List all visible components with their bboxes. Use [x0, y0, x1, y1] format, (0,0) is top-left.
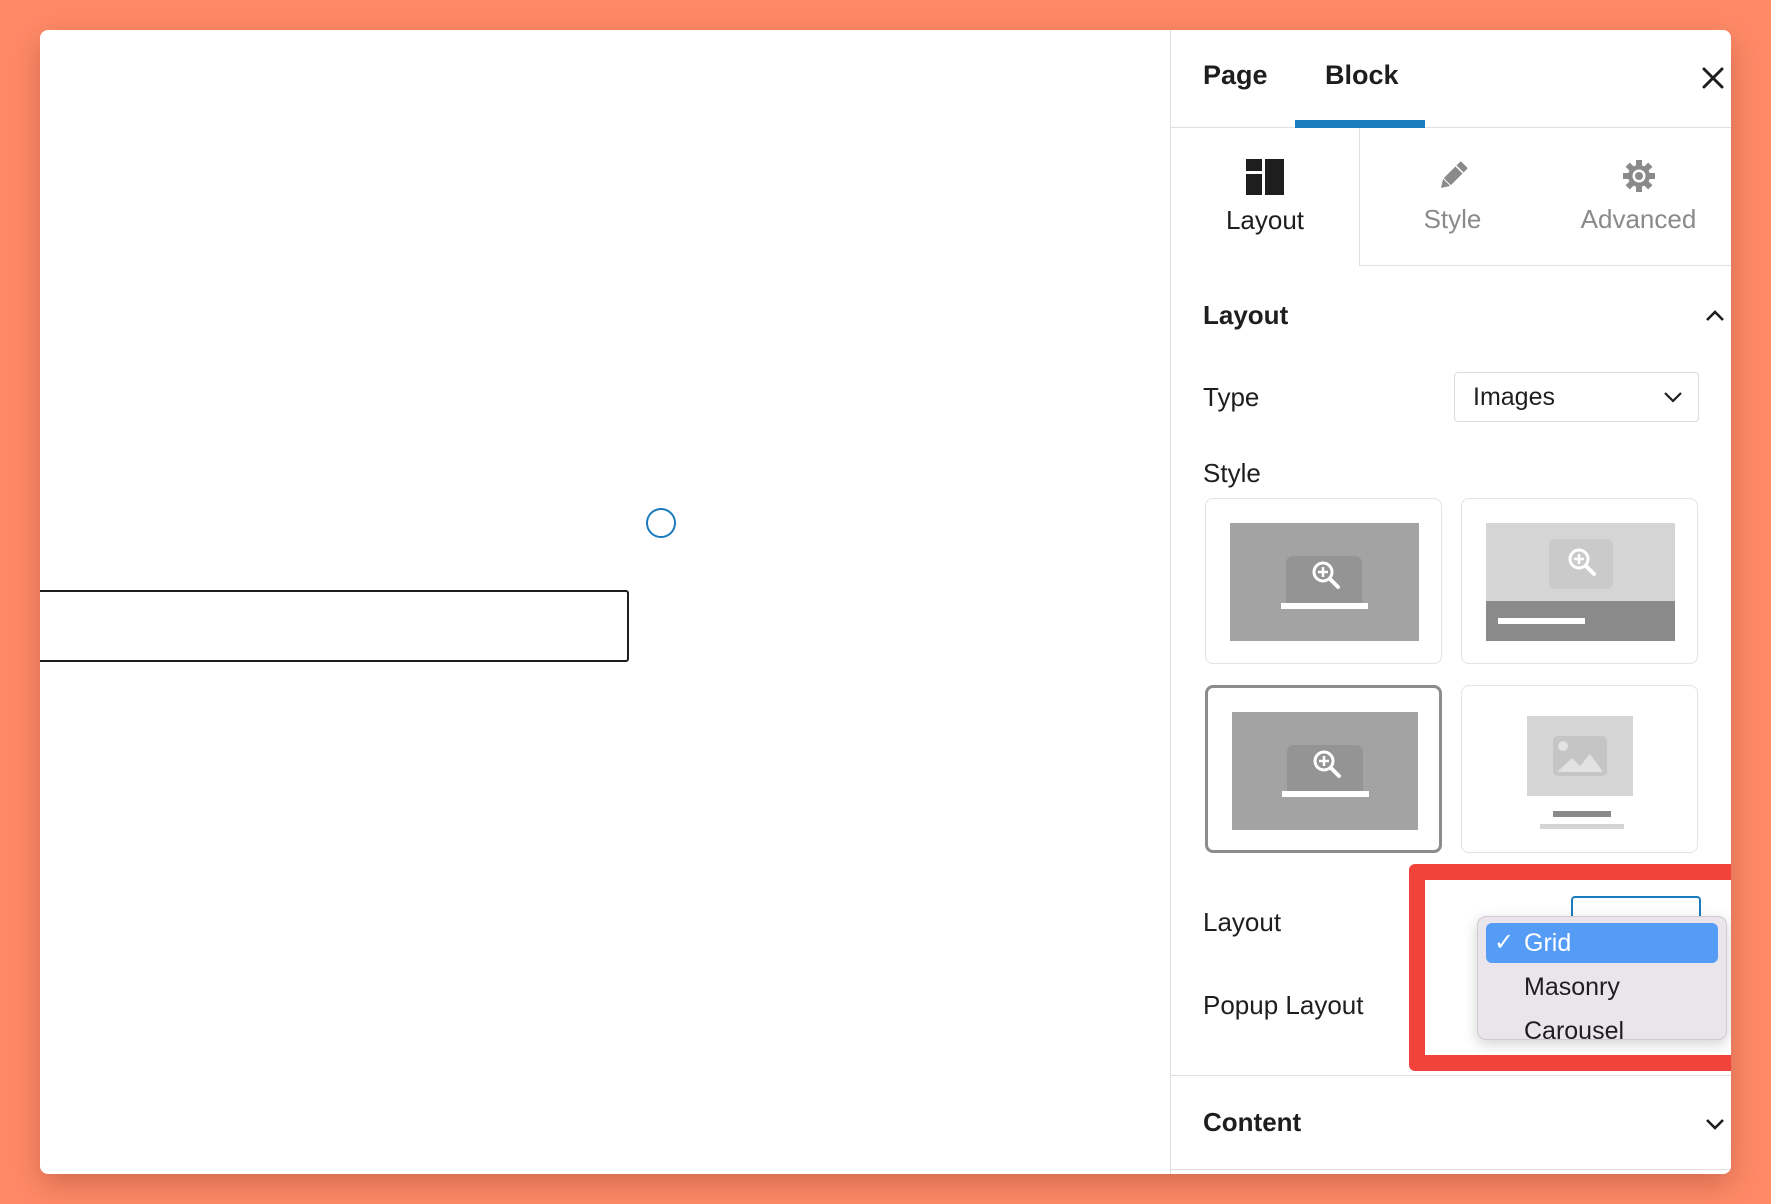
subtab-advanced-label: Advanced: [1580, 204, 1697, 234]
block-subtabs: Layout Style Advanced: [1171, 128, 1731, 266]
layout-section-title: Layout: [1203, 300, 1289, 330]
popup-layout-label: Popup Layout: [1203, 990, 1364, 1020]
layout-dropdown-menu: ✓ Grid Masonry Carousel: [1477, 916, 1727, 1045]
editor-window: Page Block Layout Style Advanced Layout …: [40, 30, 1731, 1174]
image-caption-bar-preview-icon: [1486, 523, 1675, 641]
image-caption-below-preview-icon: [1527, 716, 1633, 829]
content-section-toggle[interactable]: Content: [1171, 1075, 1731, 1170]
style-option-overlay[interactable]: [1205, 498, 1442, 664]
image-zoom-preview-icon: [1230, 523, 1419, 641]
close-button[interactable]: [1699, 64, 1727, 92]
layout-option-carousel[interactable]: Carousel: [1486, 1011, 1718, 1051]
chevron-down-icon: [1706, 1119, 1724, 1130]
style-option-caption-bar[interactable]: [1461, 498, 1698, 664]
style-label: Style: [1203, 458, 1261, 488]
option-label: Masonry: [1524, 973, 1620, 1001]
canvas-input-field[interactable]: [40, 590, 629, 662]
content-section-title: Content: [1203, 1107, 1302, 1137]
pencil-icon: [1440, 161, 1467, 189]
tab-page[interactable]: Page: [1203, 60, 1268, 91]
editor-canvas[interactable]: [40, 30, 1170, 1174]
active-tab-indicator: [1295, 120, 1425, 128]
layout-label: Layout: [1203, 907, 1282, 937]
type-select-value: Images: [1473, 383, 1555, 411]
close-icon: [1702, 67, 1724, 89]
subtab-advanced[interactable]: Advanced: [1545, 128, 1731, 266]
type-label: Type: [1203, 382, 1260, 412]
tab-block[interactable]: Block: [1325, 60, 1399, 91]
subtab-layout-label: Layout: [1225, 204, 1305, 235]
subtab-layout[interactable]: Layout: [1171, 128, 1359, 266]
style-option-overlay-alt[interactable]: [1205, 685, 1442, 853]
type-select[interactable]: Images: [1454, 372, 1699, 422]
style-option-caption-below[interactable]: [1461, 685, 1698, 853]
settings-sidebar: Page Block Layout Style Advanced Layout …: [1170, 30, 1731, 1174]
subtab-style[interactable]: Style: [1359, 128, 1545, 266]
option-label: Carousel: [1524, 1017, 1625, 1045]
layout-icon: [1246, 158, 1284, 195]
checkmark-icon: ✓: [1494, 929, 1515, 956]
chevron-up-icon: [1706, 310, 1724, 321]
sidebar-header: Page Block: [1171, 30, 1731, 128]
radio-circle[interactable]: [646, 508, 676, 538]
option-label: Grid: [1524, 929, 1572, 957]
gear-icon: [1622, 160, 1655, 192]
chevron-down-icon: [1664, 392, 1682, 403]
layout-section-toggle[interactable]: Layout: [1171, 280, 1731, 350]
image-zoom-preview-icon: [1232, 712, 1418, 830]
layout-option-grid[interactable]: ✓ Grid: [1486, 923, 1718, 963]
layout-option-masonry[interactable]: Masonry: [1486, 967, 1718, 1007]
subtab-style-label: Style: [1423, 204, 1482, 234]
